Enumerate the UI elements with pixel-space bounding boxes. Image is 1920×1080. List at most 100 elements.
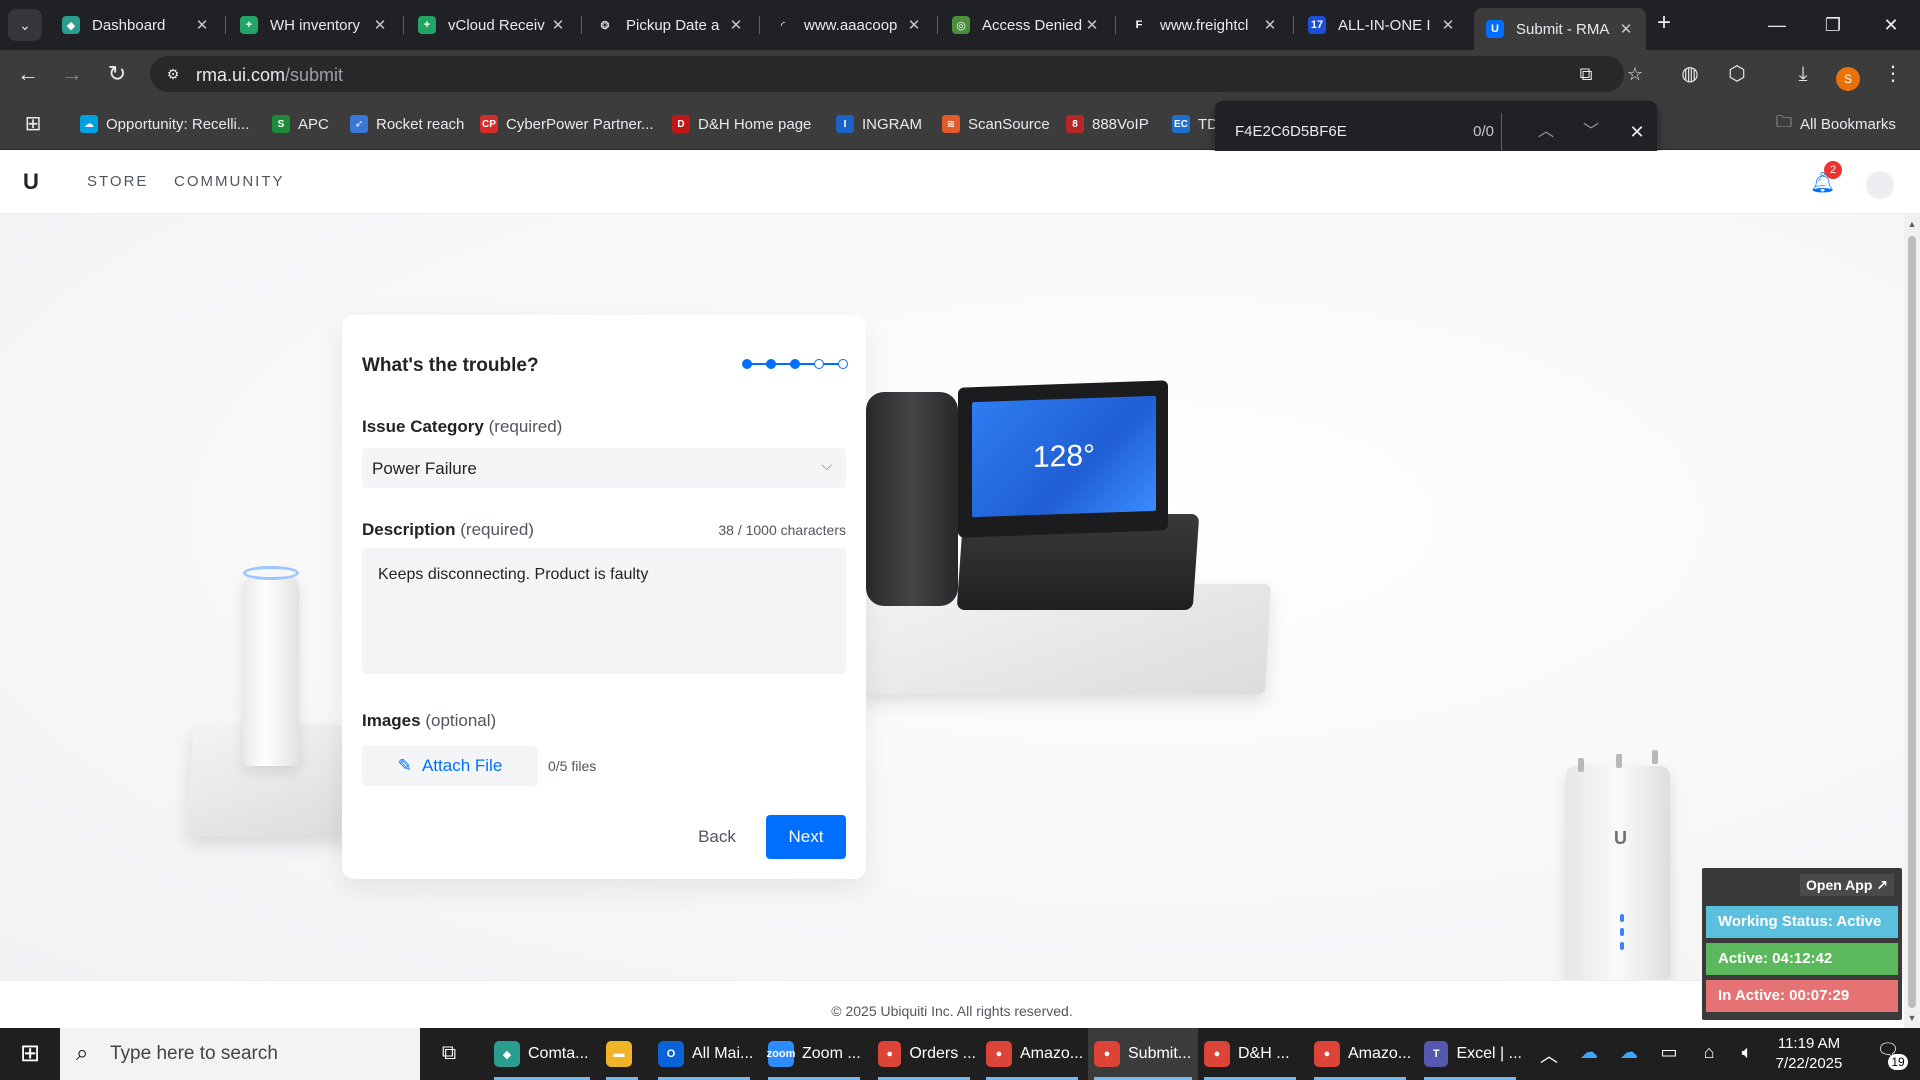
reload-button[interactable]: ↻ <box>102 59 132 89</box>
find-close-button[interactable]: ✕ <box>1624 119 1650 145</box>
antenna-3 <box>1652 750 1658 764</box>
tab-close-icon[interactable]: ✕ <box>192 16 212 34</box>
battery-icon[interactable]: ▭ <box>1656 1042 1682 1063</box>
bookmark-star-icon[interactable]: ☆ <box>1623 62 1647 86</box>
nav-store[interactable]: STORE <box>87 173 148 190</box>
site-info-icon[interactable]: ⚙ <box>162 63 184 85</box>
tab-close-icon[interactable]: ✕ <box>904 16 924 34</box>
forward-nav-button[interactable]: → <box>57 59 87 89</box>
tab-close-icon[interactable]: ✕ <box>1438 16 1458 34</box>
taskbar-clock[interactable]: 11:19 AM 7/22/2025 <box>1764 1034 1854 1074</box>
download-icon[interactable]: ⤓ <box>1790 61 1816 87</box>
taskbar-search-box[interactable]: ⌕ Type here to search <box>60 1028 420 1080</box>
tab-7[interactable]: 17 ALL-IN-ONE I ✕ <box>1296 8 1468 42</box>
bookmark-item[interactable]: ➶ Rocket reach <box>350 112 464 136</box>
taskbar-app[interactable]: ◆ Comta... <box>488 1028 596 1080</box>
tab-close-icon[interactable]: ✕ <box>548 16 568 34</box>
bookmark-item[interactable]: ☁ Opportunity: Recelli... <box>80 112 249 136</box>
browser-tabstrip: ⌄ ◆ Dashboard ✕ + WH inventory ✕ + vCloud Recei… <box>0 0 1920 50</box>
find-input[interactable]: F4E2C6D5BF6E <box>1235 123 1347 140</box>
new-tab-button[interactable]: + <box>1650 10 1678 38</box>
volume-icon[interactable]: 🔈︎ <box>1734 1042 1760 1063</box>
issue-category-select[interactable]: Power Failure ⌵ <box>362 448 846 488</box>
tab-separator <box>225 16 226 34</box>
onedrive-business-icon[interactable]: ☁ <box>1616 1042 1642 1063</box>
tray-overflow-chevron-icon[interactable]: ︿ <box>1536 1042 1562 1068</box>
minimize-button[interactable]: — <box>1752 8 1802 42</box>
url-text[interactable]: rma.ui.com/submit <box>196 65 343 86</box>
active-time-row: Active: 04:12:42 <box>1706 943 1898 975</box>
user-avatar[interactable] <box>1866 171 1894 199</box>
tab-6[interactable]: Fwww.freightcl ✕ <box>1118 8 1290 42</box>
taskbar-app-label: Submit... <box>1128 1045 1192 1062</box>
next-button[interactable]: Next <box>766 815 846 859</box>
tab-close-icon[interactable]: ✕ <box>726 16 746 34</box>
scroll-down-arrow-icon[interactable]: ▼ <box>1904 1010 1920 1026</box>
tab-3[interactable]: ❂ Pickup Date a ✕ <box>584 8 756 42</box>
open-app-button[interactable]: Open App ↗ <box>1800 874 1894 896</box>
find-next-button[interactable]: ﹀ <box>1578 119 1604 145</box>
scroll-thumb[interactable] <box>1908 236 1916 1008</box>
taskbar-app[interactable]: ▬ <box>600 1028 644 1080</box>
menu-kebab-icon[interactable]: ⋮ <box>1880 61 1906 87</box>
profile-avatar[interactable]: S <box>1836 67 1860 91</box>
all-bookmarks-button[interactable]: 🗀 All Bookmarks <box>1776 112 1896 136</box>
network-icon[interactable]: ⌂ <box>1696 1042 1722 1063</box>
bookmark-item[interactable]: S APC <box>272 112 329 136</box>
tab-0[interactable]: ◆ Dashboard ✕ <box>50 8 222 42</box>
page-scrollbar[interactable]: ▲ ▼ <box>1904 214 1920 1028</box>
taskbar-app[interactable]: ● D&H ... <box>1198 1028 1302 1080</box>
bookmark-item[interactable]: 8 888VoIP <box>1066 112 1149 136</box>
task-view-icon[interactable]: ⧉ <box>436 1042 462 1065</box>
antenna-1 <box>1578 758 1584 772</box>
nav-community[interactable]: COMMUNITY <box>174 173 285 190</box>
bookmark-item[interactable]: D D&H Home page <box>672 112 811 136</box>
tab-close-icon[interactable]: ✕ <box>1260 16 1280 34</box>
taskbar-app-label: Amazo... <box>1020 1045 1084 1062</box>
tab-close-icon[interactable]: ✕ <box>1082 16 1102 34</box>
taskbar-app[interactable]: ● Amazo... <box>1308 1028 1412 1080</box>
restore-button[interactable]: ❐ <box>1808 8 1858 42</box>
tab-title: ALL-IN-ONE I <box>1338 16 1431 34</box>
tab-8[interactable]: U Submit - RMA ✕ <box>1474 8 1646 50</box>
bookmark-label: APC <box>298 115 329 133</box>
scroll-up-arrow-icon[interactable]: ▲ <box>1904 216 1920 232</box>
close-window-button[interactable]: ✕ <box>1866 8 1916 42</box>
issue-category-label: Issue Category (required) <box>362 417 563 436</box>
taskbar-app[interactable]: T Excel | ... <box>1418 1028 1522 1080</box>
bookmark-item[interactable]: ≋ ScanSource <box>942 112 1050 136</box>
file-count: 0/5 files <box>548 758 597 774</box>
vpn-globe-icon[interactable]: ◍ <box>1677 61 1703 87</box>
taskbar-app[interactable]: zoom Zoom ... <box>762 1028 866 1080</box>
phone-handset <box>866 392 958 606</box>
find-in-page-icon[interactable]: ⧉ <box>1574 62 1598 86</box>
find-previous-button[interactable]: ︿ <box>1533 119 1559 145</box>
ubiquiti-logo-icon[interactable]: U <box>18 169 44 195</box>
bookmark-item[interactable]: CP CyberPower Partner... <box>480 112 654 136</box>
tab-5[interactable]: ◎ Access Denied ✕ <box>940 8 1112 42</box>
tab-close-icon[interactable]: ✕ <box>370 16 390 34</box>
extensions-icon[interactable]: ⬡ <box>1724 61 1750 87</box>
address-bar[interactable]: ⚙ rma.ui.com/submit ⧉ ☆ <box>150 56 1643 92</box>
apps-grid-icon[interactable]: ⊞ <box>20 111 46 137</box>
tab-1[interactable]: + WH inventory ✕ <box>228 8 400 42</box>
bookmark-item[interactable]: I INGRAM <box>836 112 922 136</box>
attach-file-button[interactable]: ✎ Attach File <box>362 746 538 786</box>
bookmark-label: 888VoIP <box>1092 115 1149 133</box>
tab-close-icon[interactable]: ✕ <box>1616 20 1636 38</box>
taskbar-app[interactable]: ● Amazo... <box>980 1028 1084 1080</box>
bookmark-item[interactable]: EC TD <box>1172 112 1218 136</box>
taskbar-app[interactable]: ● Orders ... <box>872 1028 976 1080</box>
tab-4[interactable]: ◜ www.aaacoop ✕ <box>762 8 934 42</box>
back-nav-button[interactable]: ← <box>13 59 43 89</box>
taskbar-app[interactable]: ● Submit... <box>1088 1028 1198 1080</box>
tab-search-button[interactable]: ⌄ <box>8 9 42 41</box>
taskbar-app[interactable]: O All Mai... <box>652 1028 756 1080</box>
taskbar-app-icon: ● <box>1094 1041 1120 1067</box>
back-button[interactable]: Back <box>682 815 752 859</box>
onedrive-icon[interactable]: ☁ <box>1576 1042 1602 1063</box>
tab-2[interactable]: + vCloud Receiv ✕ <box>406 8 578 42</box>
tab-title: Access Denied <box>982 16 1082 34</box>
description-textarea[interactable]: Keeps disconnecting. Product is faulty <box>362 548 846 674</box>
windows-start-icon[interactable]: ⊞ <box>0 1028 60 1080</box>
